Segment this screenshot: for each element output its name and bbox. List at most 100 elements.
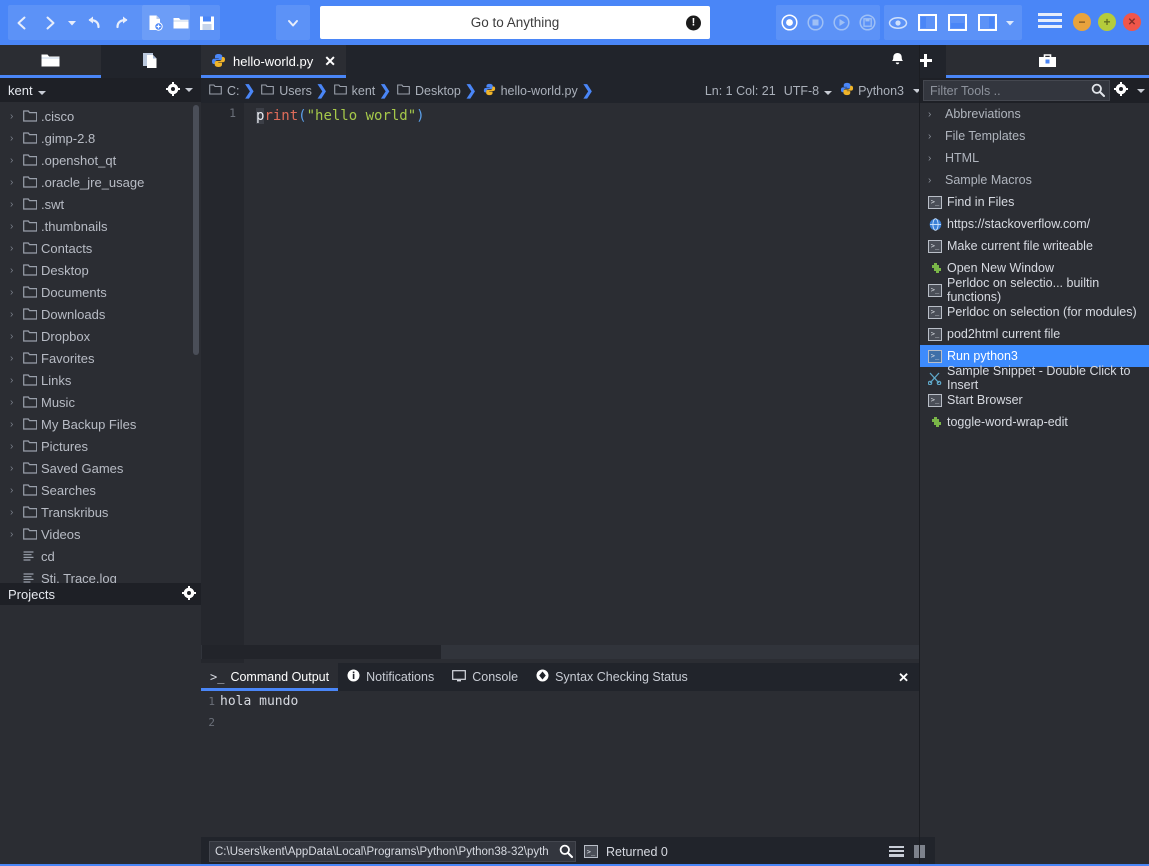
- twisty-icon[interactable]: ›: [10, 441, 23, 452]
- toolbar-overflow-dropdown[interactable]: [276, 5, 310, 40]
- filter-tools-input[interactable]: Filter Tools ..: [923, 80, 1110, 101]
- toolbox-item[interactable]: ›HTML: [919, 147, 1149, 169]
- close-bottom-panel-icon[interactable]: ✕: [898, 670, 909, 686]
- toolbox-list[interactable]: ›Abbreviations›File Templates›HTML›Sampl…: [919, 103, 1149, 433]
- tab-toolbox[interactable]: [946, 45, 1149, 78]
- twisty-icon[interactable]: ›: [928, 131, 940, 142]
- twisty-icon[interactable]: ›: [10, 287, 23, 298]
- twisty-icon[interactable]: ›: [10, 375, 23, 386]
- twisty-icon[interactable]: ›: [10, 419, 23, 430]
- file-tree-row[interactable]: cd: [0, 545, 201, 567]
- twisty-icon[interactable]: ›: [10, 155, 23, 166]
- twisty-icon[interactable]: ›: [10, 507, 23, 518]
- twisty-icon[interactable]: ›: [928, 153, 940, 164]
- code-line-1[interactable]: print("hello world"): [256, 106, 425, 127]
- file-tree-row[interactable]: ›Links: [0, 369, 201, 391]
- twisty-icon[interactable]: ›: [10, 111, 23, 122]
- toolbox-item[interactable]: Sample Snippet - Double Click to Insert: [919, 367, 1149, 389]
- twisty-icon[interactable]: ›: [10, 331, 23, 342]
- exclamation-icon[interactable]: !: [686, 15, 701, 30]
- command-input[interactable]: C:\Users\kent\AppData\Local\Programs\Pyt…: [209, 841, 576, 862]
- right-pane-icon[interactable]: [972, 8, 1002, 38]
- file-tree-row[interactable]: ›Desktop: [0, 259, 201, 281]
- new-file-icon[interactable]: [142, 8, 168, 38]
- bottom-tab-command-output[interactable]: >_Command Output: [201, 663, 338, 691]
- file-tree-row[interactable]: ›Transkribus: [0, 501, 201, 523]
- file-tree-row[interactable]: ›Documents: [0, 281, 201, 303]
- search-icon[interactable]: [559, 844, 573, 861]
- go-to-anything-input[interactable]: Go to Anything !: [320, 6, 710, 39]
- file-tree-row[interactable]: ›Music: [0, 391, 201, 413]
- twisty-icon[interactable]: ›: [10, 133, 23, 144]
- toolbox-item[interactable]: toggle-word-wrap-edit: [919, 411, 1149, 433]
- breadcrumb-item[interactable]: Users: [261, 84, 312, 98]
- close-button[interactable]: ✕: [1123, 13, 1141, 31]
- file-tree-row[interactable]: ›My Backup Files: [0, 413, 201, 435]
- file-tree-row[interactable]: ›Favorites: [0, 347, 201, 369]
- undo-icon[interactable]: [80, 8, 108, 38]
- save-icon[interactable]: [194, 8, 220, 38]
- history-dropdown-icon[interactable]: [64, 8, 80, 38]
- record-icon[interactable]: [776, 8, 802, 38]
- forward-icon[interactable]: [36, 8, 64, 38]
- plus-icon[interactable]: [918, 53, 933, 71]
- breadcrumb-item[interactable]: hello-world.py: [483, 83, 578, 99]
- file-tree-row[interactable]: ›.cisco: [0, 105, 201, 127]
- twisty-icon[interactable]: ›: [10, 397, 23, 408]
- projects-header[interactable]: Projects: [0, 583, 217, 605]
- twisty-icon[interactable]: ›: [10, 309, 23, 320]
- view-dropdown-icon[interactable]: [1002, 8, 1018, 38]
- bottom-tab-notifications[interactable]: Notifications: [338, 663, 443, 691]
- file-tree[interactable]: ›.cisco›.gimp-2.8›.openshot_qt›.oracle_j…: [0, 102, 201, 583]
- language-selector[interactable]: Python3: [840, 82, 921, 99]
- places-root-label[interactable]: kent: [8, 83, 166, 98]
- back-icon[interactable]: [8, 8, 36, 38]
- bottom-tab-console[interactable]: Console: [443, 663, 527, 691]
- hamburger-menu-icon[interactable]: [1038, 13, 1062, 34]
- list-icon[interactable]: [889, 846, 904, 857]
- chevron-down-icon[interactable]: [279, 8, 307, 38]
- file-tree-row[interactable]: ›Videos: [0, 523, 201, 545]
- left-pane-icon[interactable]: [912, 8, 942, 38]
- minimize-button[interactable]: −: [1073, 13, 1091, 31]
- file-tree-row[interactable]: ›Searches: [0, 479, 201, 501]
- stop-icon[interactable]: [802, 8, 828, 38]
- file-tree-row[interactable]: Sti. Trace.log: [0, 567, 201, 583]
- twisty-icon[interactable]: ›: [10, 529, 23, 540]
- toolbox-item[interactable]: >_Make current file writeable: [919, 235, 1149, 257]
- toolbox-item[interactable]: ›Sample Macros: [919, 169, 1149, 191]
- breadcrumb-item[interactable]: Desktop: [397, 84, 461, 98]
- toolbox-item[interactable]: ›Abbreviations: [919, 103, 1149, 125]
- breadcrumb-item[interactable]: C:: [209, 84, 240, 98]
- editor-hscrollbar-thumb[interactable]: [202, 645, 441, 659]
- sidebar-scrollbar[interactable]: [193, 105, 199, 355]
- file-tree-row[interactable]: ›Downloads: [0, 303, 201, 325]
- twisty-icon[interactable]: ›: [10, 463, 23, 474]
- eye-icon[interactable]: [884, 8, 912, 38]
- bottom-tab-syntax-checking-status[interactable]: Syntax Checking Status: [527, 663, 697, 691]
- twisty-icon[interactable]: ›: [10, 177, 23, 188]
- twisty-icon[interactable]: ›: [928, 175, 940, 186]
- gear-icon[interactable]: [1114, 82, 1128, 99]
- file-tree-row[interactable]: ›.thumbnails: [0, 215, 201, 237]
- bottom-pane-icon[interactable]: [942, 8, 972, 38]
- twisty-icon[interactable]: ›: [10, 199, 23, 210]
- editor-tab-hello-world[interactable]: hello-world.py ✕: [201, 45, 346, 78]
- command-output-body[interactable]: 1 2 hola mundo: [201, 691, 919, 837]
- encoding-selector[interactable]: UTF-8: [784, 84, 832, 98]
- twisty-icon[interactable]: ›: [10, 353, 23, 364]
- twisty-icon[interactable]: ›: [10, 265, 23, 276]
- open-folder-icon[interactable]: [168, 8, 194, 38]
- file-tree-row[interactable]: ›Contacts: [0, 237, 201, 259]
- code-editor[interactable]: 1 print("hello world"): [201, 103, 919, 663]
- twisty-icon[interactable]: ›: [10, 485, 23, 496]
- file-tree-row[interactable]: ›Dropbox: [0, 325, 201, 347]
- toolbox-item[interactable]: >_Start Browser: [919, 389, 1149, 411]
- toolbox-item[interactable]: https://stackoverflow.com/: [919, 213, 1149, 235]
- search-icon[interactable]: [1091, 83, 1105, 100]
- maximize-button[interactable]: +: [1098, 13, 1116, 31]
- toolbox-item[interactable]: >_Perldoc on selection (for modules): [919, 301, 1149, 323]
- twisty-icon[interactable]: ›: [10, 221, 23, 232]
- sidebar-tab-places[interactable]: [0, 45, 101, 78]
- file-tree-row[interactable]: ›.oracle_jre_usage: [0, 171, 201, 193]
